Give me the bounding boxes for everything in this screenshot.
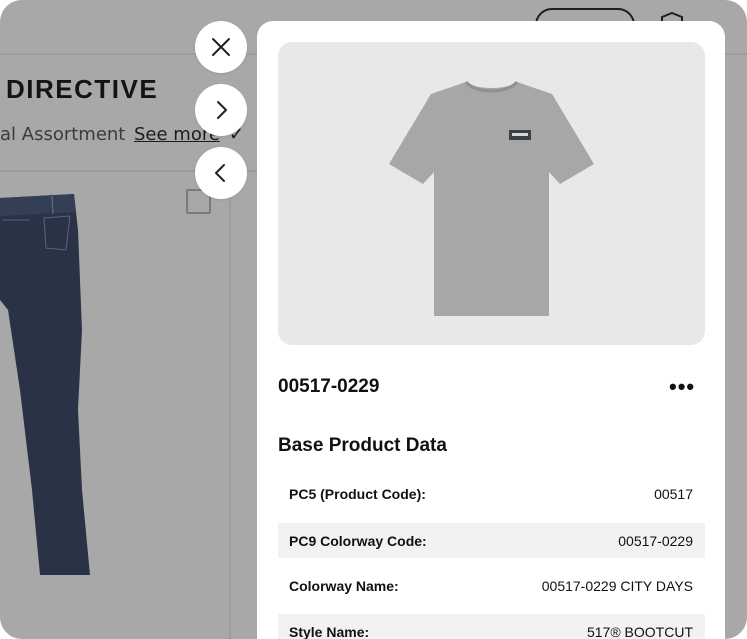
tshirt-image bbox=[389, 80, 594, 316]
next-product-button[interactable] bbox=[195, 84, 247, 136]
data-row-colorway-name: Colorway Name: 00517-0229 CITY DAYS bbox=[278, 568, 705, 603]
row-label: PC5 (Product Code): bbox=[289, 485, 426, 502]
chevron-left-icon bbox=[215, 164, 225, 182]
section-title: Base Product Data bbox=[278, 435, 447, 456]
row-value: 517® BOOTCUT bbox=[586, 623, 693, 639]
row-value: 00517-0229 bbox=[618, 532, 693, 549]
assortment-label: al Assortment bbox=[0, 124, 126, 145]
data-row-style-name: Style Name: 517® BOOTCUT bbox=[278, 614, 705, 639]
more-options-icon[interactable]: ••• bbox=[669, 375, 699, 399]
row-value: 00517-0229 CITY DAYS bbox=[541, 577, 693, 594]
close-icon bbox=[212, 38, 230, 56]
jeans-product-image[interactable] bbox=[0, 190, 110, 580]
row-label: Colorway Name: bbox=[289, 577, 399, 594]
app-frame: DIRECTIVE al Assortment See more ✓ 00517… bbox=[0, 0, 747, 639]
row-value: 00517 bbox=[654, 485, 693, 502]
product-image bbox=[278, 42, 705, 345]
grid-divider bbox=[229, 172, 231, 639]
previous-product-button[interactable] bbox=[195, 147, 247, 199]
product-code-title: 00517-0229 bbox=[278, 376, 380, 397]
data-row-pc5: PC5 (Product Code): 00517 bbox=[278, 476, 705, 511]
data-row-pc9: PC9 Colorway Code: 00517-0229 bbox=[278, 523, 705, 558]
row-label: Style Name: bbox=[289, 623, 370, 639]
row-label: PC9 Colorway Code: bbox=[289, 532, 427, 549]
page-title: DIRECTIVE bbox=[6, 74, 159, 104]
product-detail-panel: 00517-0229 ••• Base Product Data PC5 (Pr… bbox=[257, 21, 725, 639]
close-button[interactable] bbox=[195, 21, 247, 73]
chevron-right-icon bbox=[217, 101, 227, 119]
